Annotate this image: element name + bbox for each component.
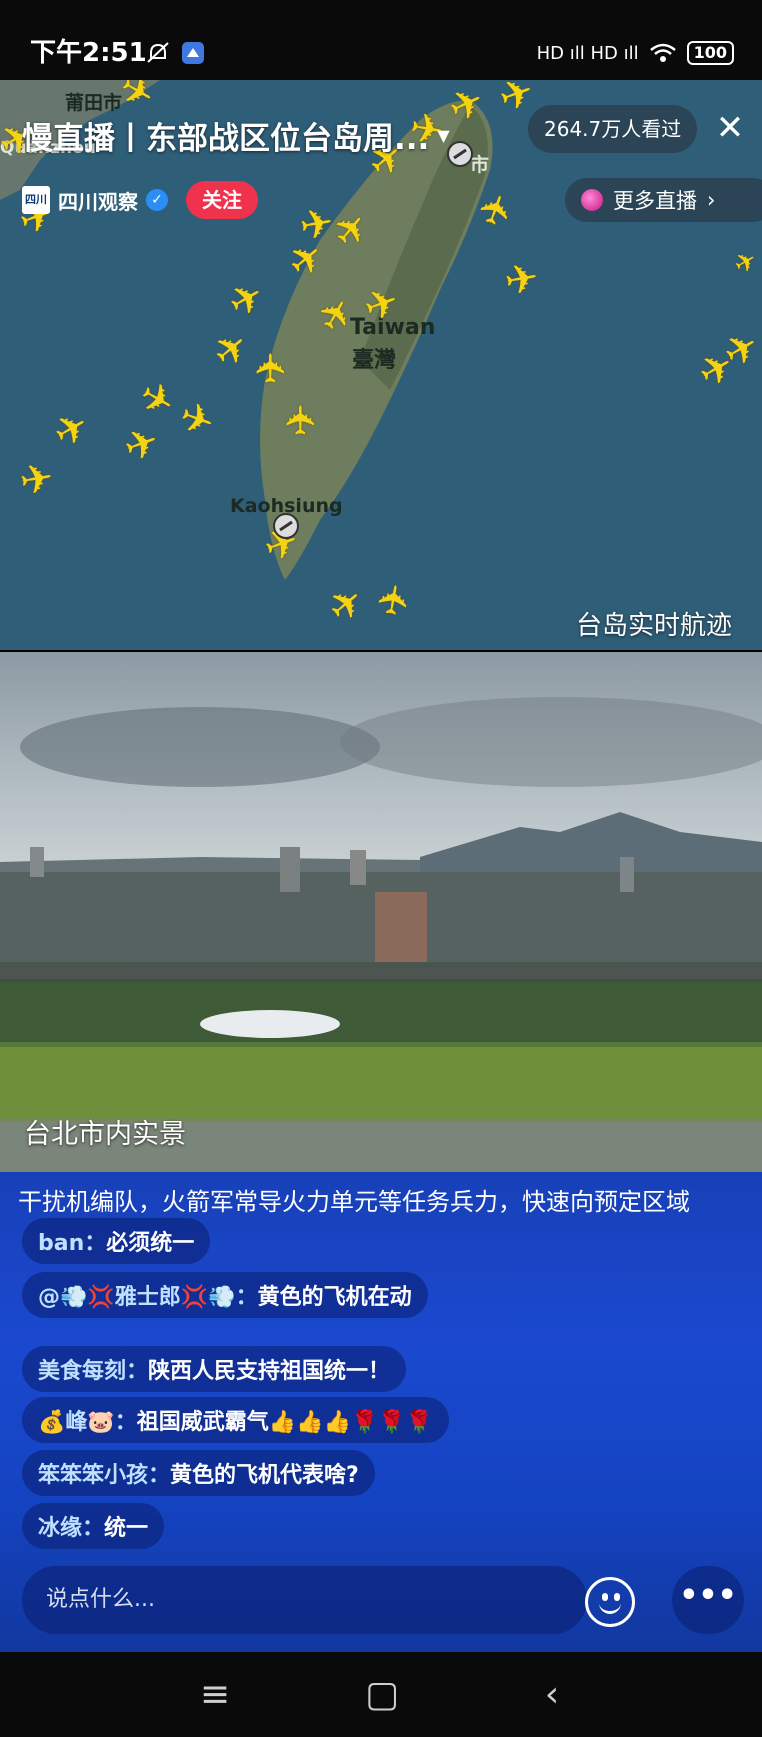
signal-icon: HD ıll HD ıll	[536, 42, 639, 64]
news-ticker: 干扰机编队，火箭军常导火力单元等任务兵力，快速向预定区域	[18, 1188, 690, 1216]
back-icon[interactable]: ‹	[522, 1670, 582, 1720]
plane-icon: ✈	[278, 403, 325, 437]
chat-message[interactable]: 冰缘： 统一	[22, 1503, 165, 1549]
airport-icon	[447, 141, 473, 167]
more-live-button[interactable]: 更多直播 ›	[565, 178, 762, 222]
plane-icon: ✈	[501, 254, 543, 306]
viewer-count: 264.7万人看过	[528, 105, 698, 153]
chat-username[interactable]: 💰峰🐷：	[38, 1404, 137, 1436]
chat-message[interactable]: @💨💢雅士郎💢💨： 黄色的飞机在动	[22, 1272, 428, 1318]
emoji-icon[interactable]	[585, 1577, 635, 1627]
status-right-icons: HD ıll HD ıll 100	[537, 38, 734, 68]
chat-message[interactable]: 美食每刻： 陕西人民支持祖国统一！	[22, 1346, 407, 1392]
chevron-right-icon: ›	[707, 188, 716, 212]
airport-icon	[273, 513, 299, 539]
chat-text: 统一	[104, 1516, 149, 1541]
chat-text: 黄色的飞机代表啥?	[170, 1463, 359, 1488]
flight-tracking-map[interactable]: 莆田市 Quanzhou Taiwan 臺灣 Kaohsiung 市 ✈ ✈ ✈…	[0, 80, 762, 650]
taipei-live-video[interactable]: 台北市内实景	[0, 652, 762, 1172]
system-nav-bar: ≡ ▢ ‹	[0, 1652, 762, 1737]
menu-icon[interactable]: ≡	[185, 1670, 245, 1720]
live-title[interactable]: 慢直播丨东部战区位台岛周...	[22, 113, 429, 158]
comment-placeholder: 说点什么...	[46, 1587, 155, 1612]
map-caption: 台岛实时航迹	[575, 611, 732, 641]
caret-down-icon[interactable]: ▼	[437, 126, 449, 145]
follow-button[interactable]: 关注	[186, 181, 258, 219]
channel-info[interactable]: 四川 四川观察 ✓ 关注	[22, 180, 258, 220]
app-notification-icon	[182, 42, 204, 64]
verified-check-icon: ✓	[146, 189, 168, 211]
more-options-button[interactable]: •••	[672, 1566, 744, 1634]
plane-icon: ✈	[369, 579, 421, 621]
battery-icon: 100	[686, 41, 734, 65]
video-caption: 台北市内实景	[24, 1119, 186, 1150]
more-live-label: 更多直播	[613, 189, 697, 213]
wifi-icon	[649, 43, 676, 62]
chat-text: 陕西人民支持祖国统一！	[148, 1359, 391, 1384]
channel-logo[interactable]: 四川	[22, 186, 50, 214]
mute-icon	[147, 42, 169, 63]
chat-message[interactable]: ban： 必须统一	[22, 1218, 211, 1264]
status-time: 下午2:51	[30, 38, 147, 68]
live-title-row[interactable]: 慢直播丨东部战区位台岛周... ▼	[22, 112, 450, 158]
city-scene	[0, 697, 762, 1172]
plane-icon: ✈	[16, 454, 58, 506]
chat-message[interactable]: 笨笨笨小孩： 黄色的飞机代表啥?	[22, 1450, 375, 1496]
chat-username[interactable]: ban：	[38, 1225, 106, 1257]
map-label-taiwan-zh: 臺灣	[352, 348, 397, 373]
chat-text: 祖国威武霸气👍👍👍🌹🌹🌹	[136, 1410, 434, 1435]
close-button[interactable]: ✕	[710, 108, 750, 148]
chat-message[interactable]: 💰峰🐷： 祖国威武霸气👍👍👍🌹🌹🌹	[22, 1397, 450, 1443]
chat-text: 黄色的飞机在动	[257, 1285, 412, 1310]
chat-text: 必须统一	[106, 1231, 195, 1256]
chat-username[interactable]: 冰缘：	[38, 1510, 104, 1542]
chat-username[interactable]: 笨笨笨小孩：	[38, 1457, 170, 1489]
status-bar: 下午2:51 HD ıll HD ıll 100	[0, 0, 762, 80]
chat-username[interactable]: @💨💢雅士郎💢💨：	[38, 1279, 258, 1311]
chat-username[interactable]: 美食每刻：	[38, 1353, 148, 1385]
live-avatar-icon	[581, 189, 603, 211]
home-icon[interactable]: ▢	[352, 1670, 412, 1720]
status-notification-icons	[145, 38, 205, 68]
plane-icon: ✈	[248, 351, 295, 385]
comment-input[interactable]: 说点什么...	[22, 1566, 587, 1634]
channel-name[interactable]: 四川观察	[58, 186, 138, 215]
